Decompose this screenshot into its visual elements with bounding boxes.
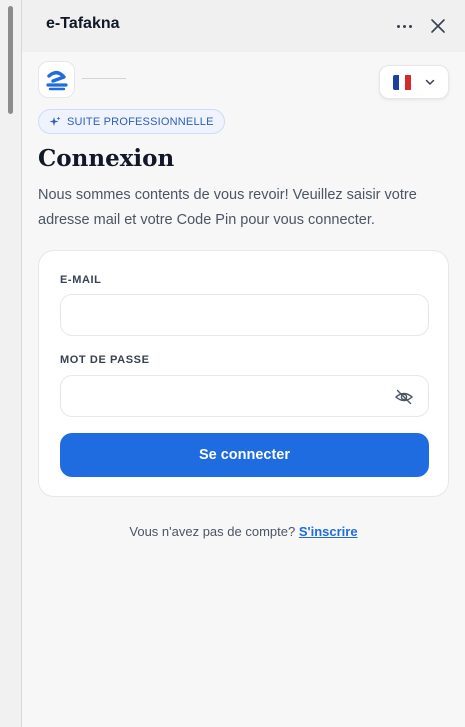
more-options-button[interactable] — [392, 14, 416, 38]
close-button[interactable] — [426, 14, 450, 38]
e-tafakna-logo-icon — [45, 70, 68, 90]
scroll-rail — [0, 0, 22, 727]
signup-link[interactable]: S'inscrire — [299, 524, 358, 539]
app-frame: e-Tafakna SUITE PROFESSIONNELLE Connexio… — [0, 0, 465, 727]
page-title: Connexion — [38, 145, 175, 172]
close-icon — [431, 19, 445, 33]
app-logo — [38, 61, 75, 98]
email-field[interactable] — [60, 294, 429, 336]
sparkle-icon — [49, 116, 61, 126]
panel-header: e-Tafakna — [22, 0, 465, 52]
france-flag-icon — [392, 74, 412, 90]
language-selector[interactable] — [379, 65, 449, 99]
logo-divider — [82, 78, 126, 79]
signup-prompt: Vous n'avez pas de compte? — [129, 524, 296, 539]
page-subtitle: Nous sommes contents de vous revoir! Veu… — [38, 187, 417, 228]
scrollbar-thumb[interactable] — [8, 6, 13, 114]
password-field[interactable] — [60, 375, 429, 417]
login-form-card: E-MAIL MOT DE PASSE Se connecter — [38, 250, 449, 497]
login-button[interactable]: Se connecter — [60, 433, 429, 477]
signup-prompt-row: Vous n'avez pas de compte? S'inscrire — [22, 524, 465, 539]
app-title: e-Tafakna — [46, 15, 120, 32]
side-panel: e-Tafakna SUITE PROFESSIONNELLE Connexio… — [22, 0, 465, 727]
more-horizontal-icon — [396, 24, 400, 28]
password-label: MOT DE PASSE — [60, 354, 150, 366]
suite-badge: SUITE PROFESSIONNELLE — [38, 109, 225, 134]
chevron-down-icon — [425, 79, 434, 85]
eye-off-icon[interactable] — [394, 387, 414, 407]
badge-label: SUITE PROFESSIONNELLE — [67, 115, 214, 128]
email-label: E-MAIL — [60, 274, 102, 286]
